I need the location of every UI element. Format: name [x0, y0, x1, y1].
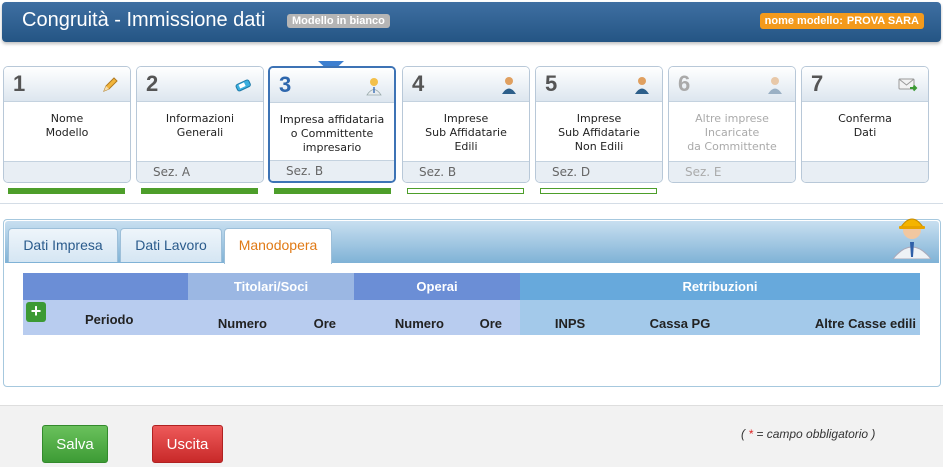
step-2-progress [141, 188, 258, 194]
wizard-step-6: 6 Altre imprese Incaricate da Committent… [668, 66, 796, 183]
step-section: Sez. A [137, 161, 263, 182]
footer-bar: Salva Uscita ( * = campo obbligatorio ) [0, 405, 943, 467]
divider [0, 203, 943, 204]
person-icon [502, 77, 516, 94]
group-header-retribuzioni: Retribuzioni [520, 273, 920, 300]
col-cassa-pg: Cassa PG [620, 300, 740, 335]
step-label: Imprese Sub Affidatarie Edili [425, 112, 507, 153]
tab-manodopera[interactable]: Manodopera [224, 228, 332, 264]
add-row-button[interactable]: + [26, 302, 46, 322]
step-4-progress [407, 188, 524, 194]
step-number: 1 [13, 71, 26, 96]
step-section: Sez. B [270, 160, 394, 181]
step-number: 3 [279, 72, 292, 97]
step-1-progress [8, 188, 125, 194]
step-section [4, 161, 130, 182]
note-text: = campo obbligatorio ) [756, 427, 876, 441]
worker-avatar-icon [892, 218, 932, 259]
step-label: Nome Modello [45, 112, 89, 139]
model-name-value: PROVA SARA [846, 15, 919, 27]
group-header-operai: Operai [354, 273, 520, 300]
step-section: Sez. E [669, 161, 795, 182]
step-number: 5 [545, 71, 558, 96]
wizard-step-4[interactable]: 4 Imprese Sub Affidatarie Edili Sez. B [402, 66, 530, 183]
step-label: Imprese Sub Affidatarie Non Edili [558, 112, 640, 153]
model-name-badge: nome modello: PROVA SARA [759, 13, 924, 29]
step-number: 6 [678, 71, 691, 96]
wizard-step-7[interactable]: 7 Conferma Dati [801, 66, 929, 183]
manodopera-table: Titolari/Soci Operai Retribuzioni + Peri… [23, 273, 920, 335]
tab-dati-impresa[interactable]: Dati Impresa [8, 228, 118, 262]
step-number: 2 [146, 71, 159, 96]
wizard-step-3[interactable]: 3 Impresa affidataria o Committente impr… [268, 66, 396, 183]
wizard-step-5[interactable]: 5 Imprese Sub Affidatarie Non Edili Sez.… [535, 66, 663, 183]
person-icon [635, 77, 649, 94]
col-altre-casse: Altre Casse edili [740, 300, 920, 335]
mail-forward-icon [898, 78, 918, 92]
step-label: Impresa affidataria o Committente impres… [279, 113, 385, 154]
wizard-step-2[interactable]: 2 Informazioni Generali Sez. A [136, 66, 264, 183]
save-button[interactable]: Salva [42, 425, 108, 463]
tab-strip: Dati Impresa Dati Lavoro Manodopera [5, 218, 939, 264]
step-number: 4 [412, 71, 425, 96]
required-star: * [748, 427, 754, 441]
page-title: Congruità - Immissione dati [22, 9, 266, 31]
app-header: Congruità - Immissione dati Modello in b… [2, 2, 941, 42]
step-section: Sez. B [403, 161, 529, 182]
eraser-icon [235, 79, 251, 92]
step-3-progress [274, 188, 391, 194]
col-titolari-numero: Numero [188, 300, 283, 335]
mode-badge: Modello in bianco [287, 14, 390, 28]
col-titolari-ore: Ore [283, 300, 354, 335]
required-field-note: ( * = campo obbligatorio ) [741, 427, 875, 441]
col-operai-numero: Numero [354, 300, 452, 335]
exit-button[interactable]: Uscita [152, 425, 223, 463]
step-label: Conferma Dati [838, 112, 892, 139]
person-icon [768, 77, 782, 94]
model-name-label: nome modello: [764, 15, 843, 27]
person-icon [366, 78, 382, 96]
pencil-icon [103, 77, 118, 92]
step-label: Informazioni Generali [165, 112, 235, 139]
step-5-progress [540, 188, 657, 194]
step-label: Altre imprese Incaricate da Committente [687, 112, 777, 153]
tab-dati-lavoro[interactable]: Dati Lavoro [120, 228, 222, 262]
col-periodo: Periodo [85, 312, 134, 327]
col-inps: INPS [520, 300, 620, 335]
step-number: 7 [811, 71, 824, 96]
manodopera-panel: Dati Impresa Dati Lavoro Manodopera Tito… [3, 218, 941, 387]
step-section: Sez. D [536, 161, 662, 182]
step-section [802, 161, 928, 182]
col-operai-ore: Ore [452, 300, 520, 335]
wizard-step-1[interactable]: 1 Nome Modello [3, 66, 131, 183]
group-header-titolari: Titolari/Soci [188, 273, 354, 300]
note-prefix: ( [741, 427, 745, 441]
